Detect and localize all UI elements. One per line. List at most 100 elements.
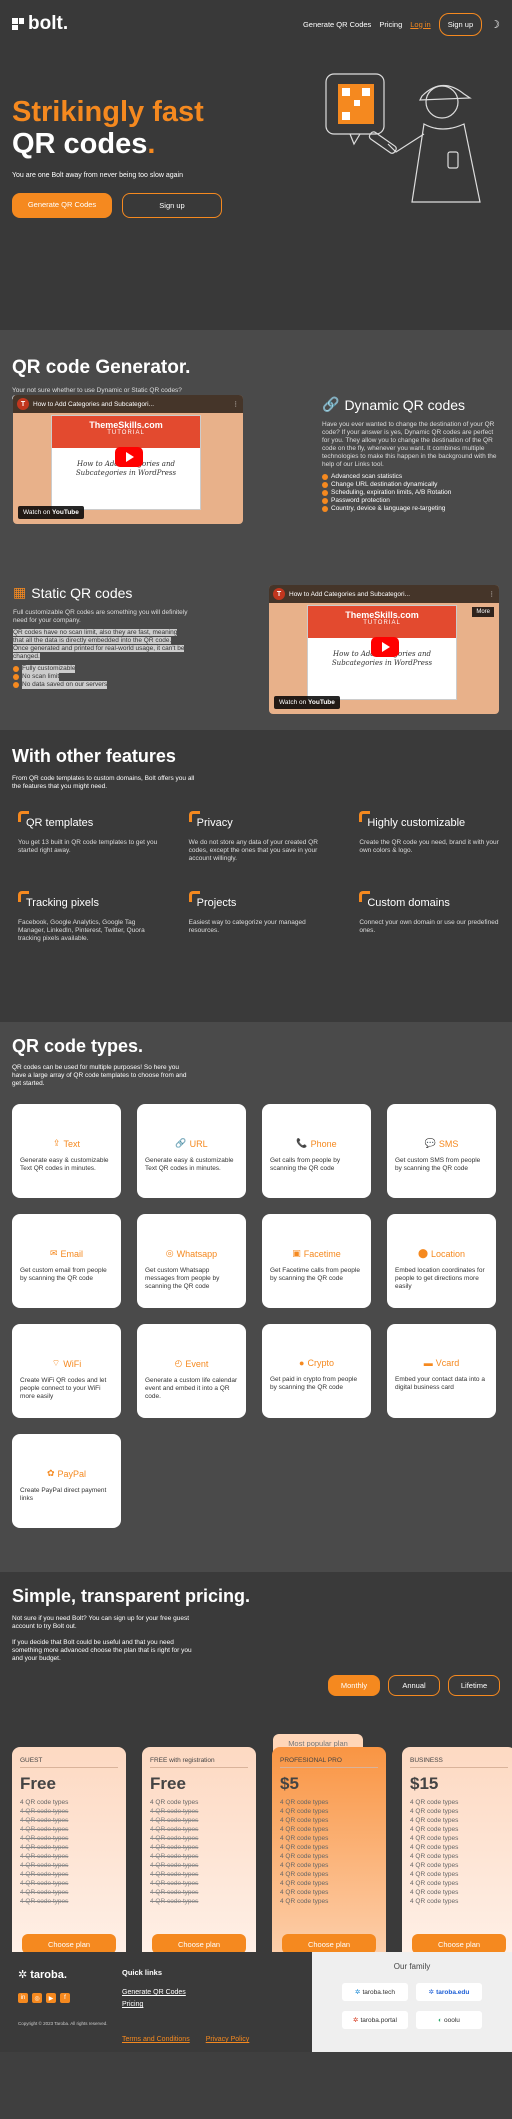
youtube-icon[interactable]: ▶ [46, 1993, 56, 2003]
plan-feature: 4 QR code types [150, 1844, 199, 1851]
more-options-icon[interactable]: ⋮ [233, 400, 240, 408]
plan-price: Free [20, 1774, 56, 1793]
taroba-logo-icon: ✲ [355, 1989, 361, 1996]
plan-feature: 4 QR code types [20, 1808, 69, 1815]
qr-type-text: Create WiFi QR codes and let people conn… [20, 1377, 107, 1400]
choose-plan-button[interactable]: Choose plan [22, 1934, 116, 1954]
plan-feature: 4 QR code types [410, 1835, 459, 1842]
plan-feature: 4 QR code types [410, 1880, 459, 1887]
qr-type-title: ⇪ Text [20, 1138, 113, 1149]
qr-type-card[interactable]: ▣ Facetime Get Facetime calls from people … [262, 1214, 371, 1308]
plan-feature: 4 QR code types [20, 1862, 69, 1869]
qr-type-card[interactable]: ⬤ Location Embed location coordinates for … [387, 1214, 496, 1308]
qr-type-card[interactable]: ◎ Whatsapp Get custom Whatsapp messages fr… [137, 1214, 246, 1308]
watch-on-youtube[interactable]: Watch on YouTube [18, 506, 84, 519]
qr-type-title: ◴ Event [145, 1358, 238, 1369]
static-qr-highlight: QR codes have no scan limit, also they a… [13, 629, 188, 661]
family-logos: ✲ taroba.tech ✲ taroba.edu ✲ taroba.portal … [312, 1983, 512, 2029]
qr-type-title: 📞 Phone [270, 1138, 363, 1149]
plan-feature: 4 QR code types [280, 1799, 329, 1806]
plan-feature: 4 QR code types [280, 1871, 329, 1878]
channel-avatar-icon: T [17, 398, 29, 410]
qr-type-card[interactable]: ✿ PayPal Create PayPal direct payment link… [12, 1434, 121, 1528]
qr-type-card[interactable]: 📞 Phone Get calls from people by scanning … [262, 1104, 371, 1198]
ooolu-logo-icon: ◐ [438, 2016, 443, 2024]
watch-on-youtube[interactable]: Watch on YouTube [274, 696, 340, 709]
video-embed-dynamic[interactable]: T How to Add Categories and Subcategori..… [13, 395, 243, 524]
feature-text: You get 13 built in QR code templates to… [18, 839, 158, 854]
family-logo-portal[interactable]: ✲ taroba.portal [342, 2011, 408, 2029]
feature-text: Easiest way to categorize your managed r… [188, 919, 306, 934]
static-qr-text: Full customizable QR codes are something… [13, 609, 188, 624]
nav-pricing-link[interactable]: Pricing [379, 20, 402, 29]
family-logo-edu[interactable]: ✲ taroba.edu [416, 1983, 482, 2001]
family-logo-tech[interactable]: ✲ taroba.tech [342, 1983, 408, 2001]
list-item-label: Password protection [331, 497, 390, 504]
hero-signup-button[interactable]: Sign up [122, 193, 222, 218]
pricing-lead-2: If you decide that Bolt could be useful … [12, 1639, 192, 1662]
more-videos-button[interactable]: More [472, 607, 494, 617]
logo[interactable]: bolt. [12, 13, 68, 35]
nav-signup-button[interactable]: Sign up [438, 12, 483, 36]
plan-feature: 4 QR code types [280, 1853, 329, 1860]
qr-type-title-text: WiFi [63, 1358, 82, 1369]
quick-link-generate[interactable]: Generate QR Codes [122, 1989, 186, 1996]
qr-type-card[interactable]: ⇪ Text Generate easy & customizable Text Q… [12, 1104, 121, 1198]
qr-type-card[interactable]: ✉ Email Get custom email from people by sc… [12, 1214, 121, 1308]
qr-type-card[interactable]: ◴ Event Generate a custom life calendar ev… [137, 1324, 246, 1418]
wifi-icon: ⌔ [51, 1358, 61, 1368]
plan-feature: 4 QR code types [20, 1826, 69, 1833]
feature-title: Privacy [188, 811, 330, 829]
toggle-annual[interactable]: Annual [388, 1675, 440, 1696]
video-title[interactable]: How to Add Categories and Subcategori... [289, 591, 410, 598]
theme-toggle-icon[interactable]: ☽ [490, 18, 500, 31]
privacy-link[interactable]: Privacy Policy [206, 2036, 250, 2043]
plan-feature: 4 QR code types [20, 1817, 69, 1824]
logo-icon [12, 18, 24, 30]
terms-link[interactable]: Terms and Conditions [122, 2036, 190, 2043]
facebook-icon[interactable]: f [60, 1993, 70, 2003]
list-item-label: Scheduling, expiration limits, A/B Rotat… [331, 489, 452, 496]
paypal-icon: ✿ [46, 1468, 55, 1478]
linkedin-icon[interactable]: in [18, 1993, 28, 2003]
video-embed-static[interactable]: T How to Add Categories and Subcategori..… [269, 585, 499, 714]
choose-plan-button[interactable]: Choose plan [282, 1934, 376, 1954]
plan-feature: 4 QR code types [410, 1898, 459, 1905]
family-logo-ooolu[interactable]: ◐ ooolu [416, 2011, 482, 2029]
instagram-icon[interactable]: ◎ [32, 1993, 42, 2003]
plan-feature: 4 QR code types [150, 1835, 199, 1842]
qr-type-card[interactable]: ● Crypto Get paid in crypto from people by… [262, 1324, 371, 1418]
hero-generate-button[interactable]: Generate QR Codes [12, 193, 112, 218]
choose-plan-button[interactable]: Choose plan [152, 1934, 246, 1954]
qr-type-card[interactable]: 🔗 URL Generate easy & customizable Text QR… [137, 1104, 246, 1198]
qr-type-card[interactable]: ⌔ WiFi Create WiFi QR codes and let people… [12, 1324, 121, 1418]
toggle-monthly[interactable]: Monthly [328, 1675, 380, 1696]
nav-generate-link[interactable]: Generate QR Codes [303, 20, 371, 29]
plan-feature: 4 QR code types [150, 1853, 199, 1860]
quick-link-pricing[interactable]: Pricing [122, 2001, 186, 2008]
nav-login-link[interactable]: Log in [410, 20, 430, 29]
list-item: No data saved on our servers [13, 681, 188, 689]
more-options-icon[interactable]: ⋮ [489, 590, 496, 598]
qr-type-title: ⌔ WiFi [20, 1358, 113, 1369]
youtube-logo: YouTube [308, 699, 335, 706]
qr-type-title-text: Facetime [303, 1248, 341, 1259]
qr-type-card[interactable]: ▬ Vcard Embed your contact data into a dig… [387, 1324, 496, 1418]
watch-label: Watch on [279, 699, 307, 706]
play-button-icon[interactable] [115, 447, 143, 467]
plan-price: $15 [410, 1774, 439, 1793]
toggle-lifetime[interactable]: Lifetime [448, 1675, 500, 1696]
qr-type-title-text: PayPal [57, 1468, 87, 1479]
qr-type-card[interactable]: 💬 SMS Get custom SMS from people by scanni… [387, 1104, 496, 1198]
footer-logo[interactable]: ✲ taroba. [18, 1968, 108, 1982]
choose-plan-button[interactable]: Choose plan [412, 1934, 506, 1954]
plan-feature: 4 QR code types [20, 1799, 69, 1806]
list-item: No scan limit [13, 673, 188, 681]
our-family-title: Our family [393, 1962, 431, 1971]
play-button-icon[interactable] [371, 637, 399, 657]
qr-type-title-text: Event [185, 1358, 209, 1369]
pricing-plan-card: BUSINESS $15 4 QR code types 4 QR code type… [402, 1747, 512, 1972]
qr-type-title-text: Email [60, 1248, 84, 1259]
video-title[interactable]: How to Add Categories and Subcategori... [33, 401, 154, 408]
plan-feature: 4 QR code types [280, 1808, 329, 1815]
